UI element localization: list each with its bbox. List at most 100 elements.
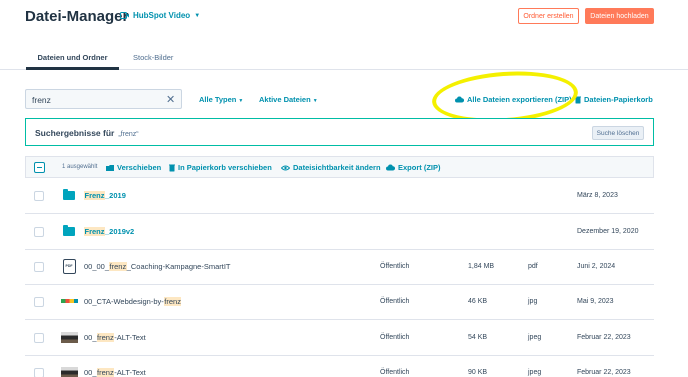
files-trash-link[interactable]: Dateien-Papierkorb xyxy=(575,95,653,104)
export-all-label: Alle Dateien exportieren (ZIP) xyxy=(467,95,572,104)
name-prefix: 00_ xyxy=(84,333,97,342)
search-input[interactable]: frenz ✕ xyxy=(25,89,182,109)
file-name[interactable]: 00_frenz-ALT-Text xyxy=(84,333,146,342)
table-row[interactable]: 00_CTA-Webdesign-by-frenz Öffentlich 46 … xyxy=(25,284,654,320)
file-name[interactable]: 00_00_frenz_Coaching-Kampagne-SmartIT xyxy=(84,262,231,271)
search-value: frenz xyxy=(32,95,51,105)
name-prefix: 00_ xyxy=(84,368,97,377)
file-date: Dezember 19, 2020 xyxy=(577,228,639,235)
tab-stock-images[interactable]: Stock-Bilder xyxy=(133,53,173,62)
pdf-file-icon xyxy=(63,259,76,274)
image-thumbnail xyxy=(61,299,78,303)
create-folder-button[interactable]: Ordner erstellen xyxy=(518,8,579,24)
change-visibility-action[interactable]: Dateisichtbarkeit ändern xyxy=(281,163,381,172)
name-suffix: _2019v2 xyxy=(105,227,135,236)
clear-search-icon[interactable]: ✕ xyxy=(166,93,175,106)
type-filter-dropdown[interactable]: Alle Typen ▼ xyxy=(199,95,243,104)
table-row[interactable]: 00_frenz-ALT-Text Öffentlich 54 KB jpeg … xyxy=(25,320,654,356)
file-visibility: Öffentlich xyxy=(380,298,410,305)
eye-icon xyxy=(281,165,290,170)
trash-icon xyxy=(169,164,175,171)
selected-count: 1 ausgewählt xyxy=(62,164,98,170)
move-label: Verschieben xyxy=(117,163,162,172)
account-name: HubSpot Video xyxy=(133,11,191,20)
file-size: 1,84 MB xyxy=(468,263,495,270)
active-tab-indicator xyxy=(26,67,119,70)
select-all-checkbox[interactable] xyxy=(34,162,45,173)
table-row[interactable]: 00_00_frenz_Coaching-Kampagne-SmartIT Öf… xyxy=(25,249,654,285)
move-to-trash-action[interactable]: In Papierkorb verschieben xyxy=(169,163,272,172)
search-hit: frenz xyxy=(163,297,182,306)
results-label: Suchergebnisse für xyxy=(35,128,115,138)
file-visibility: Öffentlich xyxy=(380,369,410,376)
file-size: 46 KB xyxy=(468,298,488,305)
file-date: März 8, 2023 xyxy=(577,192,618,199)
file-name[interactable]: Frenz_2019 xyxy=(84,191,126,200)
file-date: Februar 22, 2023 xyxy=(577,369,631,376)
chevron-down-icon: ▼ xyxy=(312,98,318,104)
name-suffix: _2019 xyxy=(105,191,126,200)
search-hit: Frenz xyxy=(84,227,106,236)
status-filter-label: Aktive Dateien xyxy=(259,95,311,104)
clear-search-button[interactable]: Suche löschen xyxy=(592,126,644,140)
file-type: jpeg xyxy=(528,334,542,341)
export-zip-label: Export (ZIP) xyxy=(398,163,441,172)
trash-icon xyxy=(575,96,581,103)
file-type: jpg xyxy=(528,298,538,305)
file-date: Juni 2, 2024 xyxy=(577,263,616,270)
table-row[interactable]: Frenz_2019v2 Dezember 19, 2020 xyxy=(25,214,654,250)
chevron-down-icon: ▼ xyxy=(194,12,201,19)
file-date: Februar 22, 2023 xyxy=(577,334,631,341)
file-name[interactable]: Frenz_2019v2 xyxy=(84,227,134,236)
upload-files-button[interactable]: Dateien hochladen xyxy=(585,8,654,24)
change-visibility-label: Dateisichtbarkeit ändern xyxy=(293,163,381,172)
bulk-action-bar: 1 ausgewählt Verschieben In Papierkorb v… xyxy=(25,156,654,178)
move-to-trash-label: In Papierkorb verschieben xyxy=(178,163,272,172)
row-checkbox[interactable] xyxy=(34,297,44,307)
table-row[interactable]: 00_frenz-ALT-Text Öffentlich 90 KB jpeg … xyxy=(25,355,654,377)
tab-bar: Dateien und Ordner Stock-Bilder xyxy=(0,44,688,70)
file-name[interactable]: 00_CTA-Webdesign-by-frenz xyxy=(84,297,182,306)
file-type: pdf xyxy=(528,263,538,270)
move-action[interactable]: Verschieben xyxy=(106,163,161,172)
search-hit: Frenz xyxy=(84,191,106,200)
table-row[interactable]: Frenz_2019 März 8, 2023 xyxy=(25,178,654,214)
name-suffix: _Coaching-Kampagne-SmartIT xyxy=(126,262,231,271)
chevron-down-icon: ▼ xyxy=(238,98,244,104)
tab-files-folders[interactable]: Dateien und Ordner xyxy=(26,53,119,62)
row-checkbox[interactable] xyxy=(34,227,44,237)
file-name[interactable]: 00_frenz-ALT-Text xyxy=(84,368,146,377)
status-filter-dropdown[interactable]: Aktive Dateien ▼ xyxy=(259,95,318,104)
file-type: jpeg xyxy=(528,369,542,376)
search-hit: frenz xyxy=(96,333,115,342)
folder-icon xyxy=(63,189,75,200)
trash-label: Dateien-Papierkorb xyxy=(584,95,653,104)
image-thumbnail xyxy=(61,332,78,343)
folder-icon xyxy=(63,225,75,236)
export-zip-action[interactable]: Export (ZIP) xyxy=(386,163,441,172)
name-prefix: 00_00_ xyxy=(84,262,110,271)
search-hit: frenz xyxy=(96,368,115,377)
file-date: Mai 9, 2023 xyxy=(577,298,614,305)
name-suffix: -ALT-Text xyxy=(114,333,146,342)
image-thumbnail xyxy=(61,367,78,377)
row-checkbox[interactable] xyxy=(34,262,44,272)
account-switcher[interactable]: HubSpot Video ▼ xyxy=(120,11,200,20)
file-size: 90 KB xyxy=(468,369,488,376)
file-visibility: Öffentlich xyxy=(380,263,410,270)
type-filter-label: Alle Typen xyxy=(199,95,237,104)
page-title: Datei-Manager xyxy=(25,8,129,25)
row-checkbox[interactable] xyxy=(34,191,44,201)
cloud-download-icon xyxy=(455,96,464,103)
search-hit: frenz xyxy=(109,262,127,271)
results-label-group: Suchergebnisse für „frenz“ xyxy=(35,128,139,138)
cloud-download-icon xyxy=(386,164,395,171)
row-checkbox[interactable] xyxy=(34,333,44,343)
name-suffix: -ALT-Text xyxy=(114,368,146,377)
name-prefix: 00_CTA-Webdesign-by- xyxy=(84,297,164,306)
video-icon xyxy=(120,12,129,19)
file-size: 54 KB xyxy=(468,334,488,341)
file-visibility: Öffentlich xyxy=(380,334,410,341)
row-checkbox[interactable] xyxy=(34,368,44,377)
export-all-link[interactable]: Alle Dateien exportieren (ZIP) xyxy=(455,95,572,104)
